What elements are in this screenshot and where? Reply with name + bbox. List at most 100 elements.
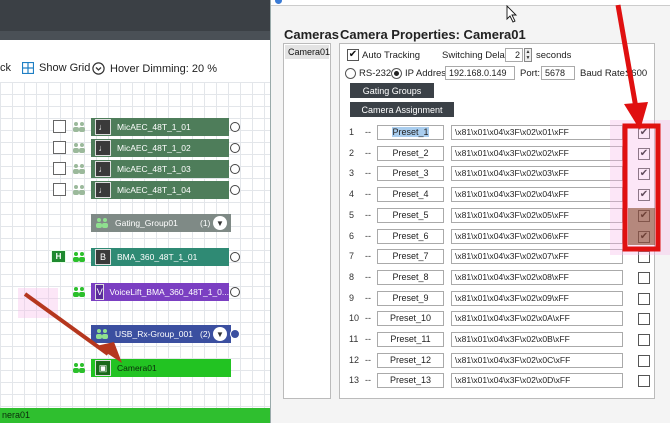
preset-enable-checkbox[interactable] (638, 354, 650, 367)
preset-command-input[interactable]: \x81\x01\x04\x3F\x02\x06\xFF (451, 228, 623, 244)
switching-delay-input[interactable]: 2 (505, 48, 523, 62)
preset-dash: -- (365, 292, 371, 303)
preset-name-input[interactable]: Preset_10 (377, 311, 444, 327)
preset-name-input[interactable]: Preset_2 (377, 145, 444, 161)
preset-command-input[interactable]: \x81\x01\x04\x3F\x02\x0C\xFF (451, 352, 623, 368)
preset-command-input[interactable]: \x81\x01\x04\x3F\x02\x07\xFF (451, 249, 623, 265)
preset-command-input[interactable]: \x81\x01\x04\x3F\x02\x01\xFF (451, 125, 623, 140)
node-checkbox[interactable] (53, 141, 66, 154)
mic-node-body: ♩ MicAEC_48T_1_02 (91, 139, 229, 157)
output-port[interactable] (230, 287, 240, 297)
output-port[interactable] (230, 122, 240, 132)
auto-tracking-checkbox[interactable]: ✔ (347, 49, 359, 61)
preset-command-input[interactable]: \x81\x01\x04\x3F\x02\x05\xFF (451, 207, 623, 223)
port-input[interactable]: 5678 (541, 66, 575, 80)
output-port[interactable] (230, 252, 240, 262)
preset-enable-checkbox[interactable] (638, 313, 650, 326)
preset-command-input[interactable]: \x81\x01\x04\x3F\x02\x03\xFF (451, 166, 623, 182)
preset-enable-checkbox[interactable] (638, 292, 650, 305)
preset-enable-checkbox[interactable]: ✔ (638, 168, 650, 181)
voicelift-node-label: VoiceLift_BMA_360_48T_1_0... (109, 287, 229, 297)
ip-address-input[interactable]: 192.168.0.149 (445, 66, 515, 80)
canvas-toolbar: ck Show Grid Hover Dimming: 20 % (0, 58, 270, 82)
switching-delay-spinner[interactable]: ▲ ▼ (524, 48, 532, 62)
group-icon (96, 329, 108, 339)
preset-name-input[interactable]: Preset_8 (377, 269, 444, 285)
preset-name-input[interactable]: Preset_1 (377, 125, 444, 140)
mic-node[interactable]: ♩ MicAEC_48T_1_03 (51, 160, 241, 178)
preset-command-input[interactable]: \x81\x01\x04\x3F\x02\x04\xFF (451, 187, 623, 203)
baud-rate-value[interactable]: 9600 (626, 68, 647, 79)
preset-command-input[interactable]: \x81\x01\x04\x3F\x02\x08\xFF (451, 269, 623, 285)
camera-list-item[interactable]: Camera01 (285, 45, 330, 59)
preset-number: 13 (349, 375, 360, 386)
preset-enable-checkbox[interactable]: ✔ (638, 230, 650, 243)
ip-address-radio[interactable] (391, 68, 402, 79)
chevron-down-icon[interactable]: ▼ (213, 327, 227, 341)
mic-node[interactable]: ♩ MicAEC_48T_1_04 (51, 181, 241, 199)
camera-node[interactable]: ▣ Camera01 (66, 359, 231, 377)
group-icon (73, 287, 85, 297)
usb-group-label: USB_Rx-Group_001 (115, 329, 193, 339)
preset-enable-checkbox[interactable]: ✔ (638, 189, 650, 202)
gating-groups-button[interactable]: Gating Groups (350, 83, 434, 98)
preset-enable-checkbox[interactable] (638, 251, 650, 264)
preset-name-input[interactable]: Preset_4 (377, 187, 444, 203)
preset-enable-checkbox[interactable]: ✔ (638, 127, 650, 139)
canvas-grid[interactable]: ♩ MicAEC_48T_1_01 ♩ MicAEC_48T_1_02 ♩ MicAEC_… (0, 82, 270, 408)
preset-dash: -- (365, 127, 371, 137)
bma-node[interactable]: H B BMA_360_48T_1_01 (51, 248, 241, 266)
node-checkbox[interactable] (53, 162, 66, 175)
gating-group-node[interactable]: Gating_Group01 (1) ▼ (91, 214, 231, 232)
rs232-radio[interactable] (345, 68, 356, 79)
group-icon (73, 252, 85, 262)
node-checkbox[interactable] (53, 120, 66, 133)
hover-dimming-button[interactable]: Hover Dimming: 20 % (92, 62, 217, 75)
usb-group-node[interactable]: USB_Rx-Group_001 (2) ▼ (91, 325, 241, 343)
voicelift-node[interactable]: V VoiceLift_BMA_360_48T_1_0... (66, 283, 241, 301)
show-grid-button[interactable]: Show Grid (22, 62, 90, 74)
group-icon (73, 143, 85, 153)
preset-name-input[interactable]: Preset_5 (377, 207, 444, 223)
preset-command-input[interactable]: \x81\x01\x04\x3F\x02\x09\xFF (451, 290, 623, 306)
lock-button[interactable]: ck (0, 62, 11, 74)
preset-name-input[interactable]: Preset_7 (377, 249, 444, 265)
preset-name-input[interactable]: Preset_3 (377, 166, 444, 182)
preset-command-input[interactable]: \x81\x01\x04\x3F\x02\x0A\xFF (451, 311, 623, 327)
preset-name-input[interactable]: Preset_11 (377, 332, 444, 347)
preset-enable-checkbox[interactable]: ✔ (638, 209, 650, 222)
group-icon (73, 185, 85, 195)
mic-node[interactable]: ♩ MicAEC_48T_1_02 (51, 139, 241, 157)
port-label: Port: (520, 68, 541, 79)
preset-row: 1 -- Preset_1 \x81\x01\x04\x3F\x02\x01\xFF ✔ (340, 123, 656, 144)
preset-name-input[interactable]: Preset_12 (377, 352, 444, 368)
preset-name-input[interactable]: Preset_9 (377, 290, 444, 306)
preset-enable-checkbox[interactable]: ✔ (638, 147, 650, 160)
camera-list[interactable]: Camera01 (283, 43, 331, 399)
chevron-down-icon[interactable]: ▼ (213, 216, 227, 230)
output-port[interactable] (230, 185, 240, 195)
preset-enable-checkbox[interactable] (638, 334, 650, 346)
preset-command-input[interactable]: \x81\x01\x04\x3F\x02\x02\xFF (451, 145, 623, 161)
selected-device-bar[interactable]: nera01 (0, 408, 270, 423)
node-checkbox[interactable] (53, 183, 66, 196)
preset-enable-checkbox[interactable] (638, 271, 650, 284)
preset-enable-checkbox[interactable] (638, 375, 650, 388)
mic-node[interactable]: ♩ MicAEC_48T_1_01 (51, 118, 241, 136)
design-canvas-pane: ck Show Grid Hover Dimming: 20 % ♩ MicAE… (0, 0, 270, 423)
preset-name-input[interactable]: Preset_13 (377, 373, 444, 389)
dialog-titlebar (271, 0, 670, 6)
gating-group-body: Gating_Group01 (1) (91, 214, 231, 232)
camera-properties-dialog: Cameras Camera01 Camera Properties: Came… (270, 0, 670, 423)
group-icon (96, 218, 108, 228)
camera-assignment-button[interactable]: Camera Assignment (350, 102, 454, 117)
preset-row: 9 -- Preset_9 \x81\x01\x04\x3F\x02\x09\xFF (340, 289, 656, 310)
switching-delay-label: Switching Delay: (442, 50, 513, 61)
output-port[interactable] (230, 329, 240, 339)
output-port[interactable] (230, 143, 240, 153)
preset-name-text: Preset_8 (392, 271, 429, 282)
preset-name-input[interactable]: Preset_6 (377, 228, 444, 244)
preset-command-input[interactable]: \x81\x01\x04\x3F\x02\x0B\xFF (451, 332, 623, 347)
output-port[interactable] (230, 164, 240, 174)
preset-command-input[interactable]: \x81\x01\x04\x3F\x02\x0D\xFF (451, 373, 623, 389)
